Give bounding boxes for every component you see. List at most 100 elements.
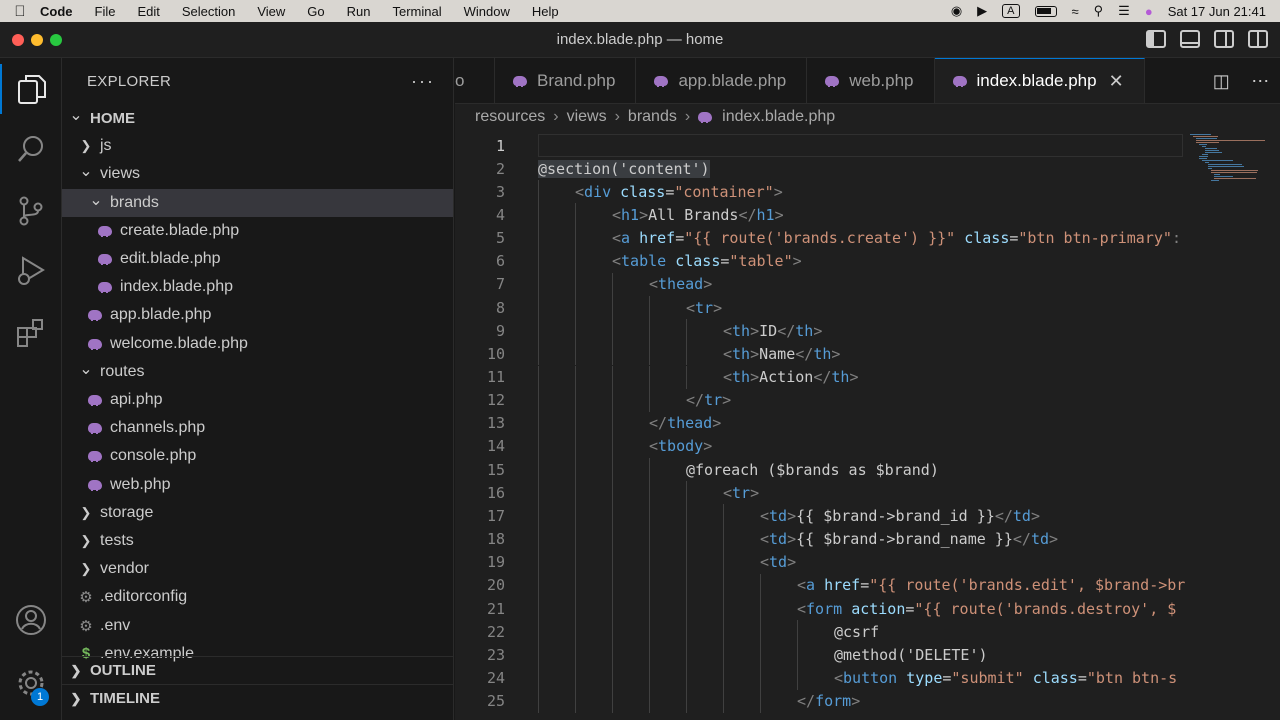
wifi-icon[interactable]: ≈ — [1072, 4, 1079, 19]
account-icon[interactable] — [0, 595, 62, 645]
code-text: <a href="{{ route('brands.create') }}" c… — [612, 229, 1181, 247]
siri-icon[interactable]: ● — [1145, 4, 1153, 19]
battery-icon[interactable] — [1034, 5, 1057, 17]
menu-run[interactable]: Run — [347, 4, 371, 19]
tree-item-vendor[interactable]: ❯ vendor — [62, 555, 453, 583]
more-actions-icon[interactable]: ··· — [411, 71, 435, 92]
menu-selection[interactable]: Selection — [182, 4, 235, 19]
close-icon[interactable]: ✕ — [1109, 71, 1124, 92]
tree-item-consolephp[interactable]: console.php — [62, 442, 453, 470]
code-token: "container" — [674, 182, 774, 201]
breadcrumb-item[interactable]: resources — [475, 108, 545, 126]
tree-item-label: views — [100, 165, 141, 183]
code-token: = — [1077, 668, 1087, 687]
tree-item-home[interactable]: ⌄ HOME — [62, 104, 453, 132]
run-debug-icon[interactable] — [0, 246, 62, 296]
control-center-icon[interactable]: ☰ — [1118, 3, 1130, 19]
minimap[interactable] — [1190, 130, 1280, 720]
toggle-secondary-sidebar-icon[interactable] — [1214, 30, 1234, 48]
menu-terminal[interactable]: Terminal — [393, 4, 442, 19]
tree-item-editbladephp[interactable]: edit.blade.php — [62, 245, 453, 273]
code-editor[interactable]: 1 2 @section('content') 3 <div class="contai… — [455, 130, 1190, 720]
manage-gear-icon[interactable]: 1 — [0, 658, 62, 708]
explorer-icon[interactable] — [0, 64, 62, 114]
tree-item-env[interactable]: ⚙ .env — [62, 612, 453, 640]
tree-item-webphp[interactable]: web.php — [62, 471, 453, 499]
code-line: 24 <button type="submit" class="btn btn-s — [455, 666, 1190, 689]
toggle-primary-sidebar-icon[interactable] — [1146, 30, 1166, 48]
tab-index-blade-php[interactable]: index.blade.php ✕ — [934, 58, 1145, 103]
tab-web-php[interactable]: web.php — [807, 58, 935, 103]
play-icon[interactable]: ▶ — [977, 3, 987, 19]
tab-o[interactable]: o — [455, 58, 495, 103]
tree-item-tests[interactable]: ❯ tests — [62, 527, 453, 555]
tree-item-channelsphp[interactable]: channels.php — [62, 414, 453, 442]
menu-file[interactable]: File — [95, 4, 116, 19]
line-number: 24 — [486, 668, 505, 687]
tree-item-js[interactable]: ❯ js — [62, 132, 453, 160]
toggle-panel-icon[interactable] — [1180, 30, 1200, 48]
code-token: Name — [759, 344, 796, 363]
breadcrumb-item[interactable]: brands — [628, 108, 677, 126]
extensions-icon[interactable] — [0, 308, 62, 358]
code-token: td — [769, 553, 788, 572]
breadcrumb-item[interactable]: views — [567, 108, 607, 126]
app-menu-code[interactable]: Code — [40, 4, 73, 19]
tree-item-appbladephp[interactable]: app.blade.php — [62, 301, 453, 329]
chevron-right-icon: › — [684, 107, 691, 125]
code-token: > — [773, 182, 783, 201]
code-token: th — [813, 344, 832, 363]
php-file-icon — [98, 281, 114, 294]
code-token: = — [860, 576, 870, 595]
menubar-datetime[interactable]: Sat 17 Jun 21:41 — [1168, 4, 1266, 19]
tree-item-apiphp[interactable]: api.php — [62, 386, 453, 414]
spotlight-search-icon[interactable]: ⚲ — [1094, 3, 1104, 19]
code-line: 21 <form action="{{ route('brands.destroy… — [455, 597, 1190, 620]
code-token: thead — [658, 275, 704, 294]
tree-item-welcomebladephp[interactable]: welcome.blade.php — [62, 330, 453, 358]
code-token: "table" — [729, 252, 793, 271]
tree-item-label: js — [100, 137, 112, 155]
tree-item-createbladephp[interactable]: create.blade.php — [62, 217, 453, 245]
tree-item-editorconfig[interactable]: ⚙ .editorconfig — [62, 583, 453, 611]
tree-item-indexbladephp[interactable]: index.blade.php — [62, 273, 453, 301]
menu-edit[interactable]: Edit — [137, 4, 159, 19]
menu-view[interactable]: View — [257, 4, 285, 19]
tree-item-label: storage — [100, 503, 154, 521]
menu-help[interactable]: Help — [532, 4, 559, 19]
keyboard-input-icon[interactable]: A — [1002, 4, 1020, 18]
code-text: <tr> — [723, 484, 759, 502]
menu-window[interactable]: Window — [464, 4, 510, 19]
line-number: 9 — [495, 321, 505, 340]
record-icon[interactable]: ◉ — [951, 3, 962, 19]
line-number: 13 — [486, 414, 505, 433]
breadcrumb-item[interactable]: index.blade.php — [722, 108, 835, 126]
explorer-title: EXPLORER — [87, 72, 172, 90]
source-control-icon[interactable] — [0, 186, 62, 236]
minimap-line — [1193, 136, 1219, 137]
tree-item-storage[interactable]: ❯ storage — [62, 499, 453, 527]
code-token: < — [612, 252, 622, 271]
code-token: > — [1049, 530, 1059, 549]
code-token: class — [675, 252, 721, 271]
tab-app-blade-php[interactable]: app.blade.php — [636, 58, 808, 103]
search-icon[interactable] — [0, 124, 62, 174]
tab-brand-php[interactable]: Brand.php — [495, 58, 637, 103]
tree-item-views[interactable]: ⌄ views — [62, 160, 453, 188]
tree-item-brands[interactable]: ⌄ brands — [62, 188, 453, 217]
menu-go[interactable]: Go — [307, 4, 324, 19]
macos-menu-bar:  Code File Edit Selection View Go Run Terminal… — [0, 0, 1280, 22]
more-actions-icon[interactable]: ⋯ — [1251, 71, 1269, 92]
code-line: 8 <tr> — [455, 296, 1190, 319]
split-editor-icon[interactable]: ◫ — [1213, 71, 1230, 92]
code-text: <tbody> — [649, 437, 712, 455]
tree-item-label: channels.php — [110, 419, 206, 437]
customize-layout-icon[interactable] — [1248, 30, 1268, 48]
tree-item-routes[interactable]: ⌄ routes — [62, 358, 453, 386]
line-number: 1 — [495, 136, 505, 155]
php-file-icon — [513, 75, 529, 87]
outline-section[interactable]: ❯ OUTLINE — [62, 656, 453, 684]
apple-icon[interactable]:  — [0, 3, 40, 20]
timeline-section[interactable]: ❯ TIMELINE — [62, 684, 453, 712]
